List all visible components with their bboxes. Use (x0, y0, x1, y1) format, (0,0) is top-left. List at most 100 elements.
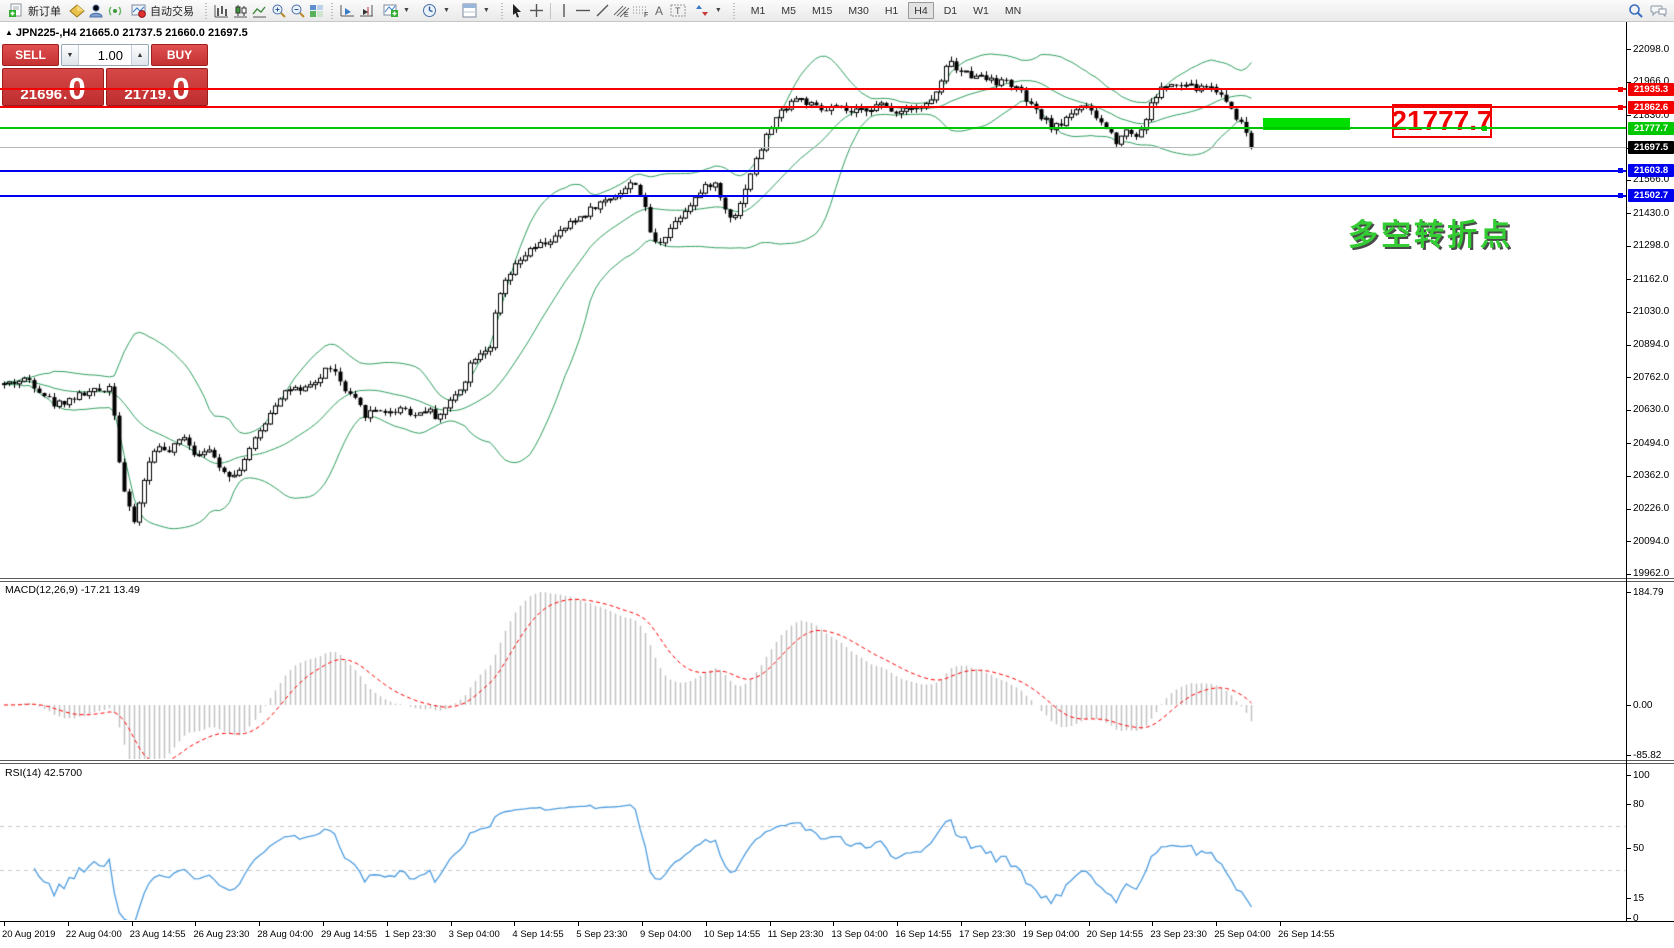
time-axis-tick (4, 922, 5, 926)
price-axis-tick (1627, 574, 1631, 575)
time-axis-tick (195, 922, 196, 926)
price-axis-tick (1627, 410, 1631, 411)
horizontal-line[interactable] (0, 195, 1626, 197)
rsi-axis-tick (1627, 804, 1631, 805)
price-tag: 21603.8 (1628, 164, 1674, 177)
price-tag: 21777.7 (1628, 122, 1674, 135)
rsi-axis-label: 50 (1633, 843, 1644, 854)
turning-point-annotation[interactable]: 多空转折点 (1348, 210, 1513, 254)
price-axis-label: 20494.0 (1633, 438, 1669, 449)
time-axis-tick (259, 922, 260, 926)
price-axis-tick (1627, 509, 1631, 510)
time-axis-label[interactable]: 23 Aug 14:55 (130, 929, 186, 940)
time-axis-tick (833, 922, 834, 926)
time-axis-tick (578, 922, 579, 926)
sell-button[interactable]: SELL (2, 44, 59, 66)
line-anchor-square[interactable] (1618, 105, 1623, 110)
line-anchor-square[interactable] (1618, 87, 1623, 92)
macd-axis-tick (1627, 705, 1631, 706)
pane-splitter-rsi[interactable] (0, 760, 1674, 764)
line-anchor-square[interactable] (1618, 193, 1623, 198)
price-tag: 21862.6 (1628, 101, 1674, 114)
time-axis-label[interactable]: 22 Aug 04:00 (66, 929, 122, 940)
rsi-axis-label: 0 (1633, 913, 1639, 924)
macd-axis-label: 184.79 (1633, 587, 1664, 598)
price-axis-label: 19962.0 (1633, 568, 1669, 579)
time-axis-label[interactable]: 13 Sep 04:00 (831, 929, 888, 940)
time-axis-tick (1216, 922, 1217, 926)
time-axis-tick (770, 922, 771, 926)
price-tag: 21935.3 (1628, 83, 1674, 96)
price-axis-tick (1627, 49, 1631, 50)
line-anchor-square[interactable] (1482, 126, 1487, 131)
sell-price-display[interactable]: 21696.0 (2, 68, 104, 106)
price-axis-tick (1627, 213, 1631, 214)
time-axis-label[interactable]: 5 Sep 23:30 (576, 929, 627, 940)
time-axis-label[interactable]: 10 Sep 14:55 (704, 929, 761, 940)
time-axis-label[interactable]: 3 Sep 04:00 (449, 929, 500, 940)
price-tag: 21697.5 (1628, 141, 1674, 154)
time-axis-label[interactable]: 9 Sep 04:00 (640, 929, 691, 940)
time-axis-tick (68, 922, 69, 926)
time-axis-border (0, 921, 1674, 922)
time-axis-label[interactable]: 19 Sep 04:00 (1023, 929, 1080, 940)
time-axis-label[interactable]: 28 Aug 04:00 (257, 929, 313, 940)
rsi-axis-label: 80 (1633, 799, 1644, 810)
rsi-axis-tick (1627, 848, 1631, 849)
time-axis-label[interactable]: 23 Sep 23:30 (1150, 929, 1207, 940)
volume-decrease-button[interactable]: ▼ (62, 45, 79, 65)
chart-overlay (0, 0, 1674, 948)
time-axis-label[interactable]: 1 Sep 23:30 (385, 929, 436, 940)
price-axis-tick (1627, 246, 1631, 247)
time-axis-tick (961, 922, 962, 926)
time-axis-label[interactable]: 25 Sep 04:00 (1214, 929, 1271, 940)
time-axis-label[interactable]: 16 Sep 14:55 (895, 929, 952, 940)
price-axis-border (1626, 22, 1627, 921)
macd-axis-label: 0.00 (1633, 700, 1652, 711)
horizontal-line[interactable] (0, 106, 1626, 108)
price-axis-label: 21162.0 (1633, 274, 1668, 285)
rsi-axis-tick (1627, 918, 1631, 919)
price-axis-label: 21298.0 (1633, 240, 1669, 251)
horizontal-line[interactable] (0, 88, 1626, 90)
price-axis-tick (1627, 279, 1631, 280)
price-callout-label[interactable]: 21777.7 (1392, 104, 1492, 138)
time-axis-label[interactable]: 26 Aug 23:30 (193, 929, 249, 940)
time-axis-tick (451, 922, 452, 926)
price-axis-label: 21030.0 (1633, 306, 1669, 317)
time-axis-label[interactable]: 17 Sep 23:30 (959, 929, 1016, 940)
macd-axis-tick (1627, 755, 1631, 756)
volume-increase-button[interactable]: ▲ (131, 45, 148, 65)
time-axis-tick (1280, 922, 1281, 926)
time-axis-tick (387, 922, 388, 926)
price-axis-label: 20226.0 (1633, 503, 1669, 514)
horizontal-line[interactable] (0, 127, 1626, 129)
time-axis-label[interactable]: 20 Aug 2019 (2, 929, 55, 940)
time-axis-label[interactable]: 29 Aug 14:55 (321, 929, 377, 940)
pane-splitter-macd[interactable] (0, 578, 1674, 582)
line-anchor-square[interactable] (1618, 168, 1623, 173)
time-axis-tick (1152, 922, 1153, 926)
price-tag: 21502.7 (1628, 189, 1674, 202)
time-axis-tick (132, 922, 133, 926)
horizontal-line[interactable] (0, 147, 1626, 148)
time-axis-tick (1025, 922, 1026, 926)
symbol-ohlc-text: JPN225-,H4 21665.0 21737.5 21660.0 21697… (16, 27, 248, 39)
price-axis-label: 20362.0 (1633, 470, 1669, 481)
price-axis-tick (1627, 443, 1631, 444)
collapse-arrow-icon[interactable]: ▲ (5, 28, 13, 37)
time-axis-label[interactable]: 11 Sep 23:30 (768, 929, 824, 940)
time-axis-label[interactable]: 20 Sep 14:55 (1087, 929, 1144, 940)
time-axis-label[interactable]: 26 Sep 14:55 (1278, 929, 1335, 940)
chart-window (0, 22, 1674, 948)
time-axis-tick (706, 922, 707, 926)
volume-stepper: ▼ 1.00 ▲ (61, 44, 149, 66)
rsi-label: RSI(14) 42.5700 (5, 767, 82, 779)
buy-button[interactable]: BUY (151, 44, 208, 66)
horizontal-line[interactable] (0, 170, 1626, 172)
buy-price-display[interactable]: 21719.0 (106, 68, 208, 106)
time-axis-label[interactable]: 4 Sep 14:55 (512, 929, 563, 940)
volume-value[interactable]: 1.00 (79, 45, 131, 65)
price-axis-tick (1627, 115, 1631, 116)
price-axis-tick (1627, 377, 1631, 378)
